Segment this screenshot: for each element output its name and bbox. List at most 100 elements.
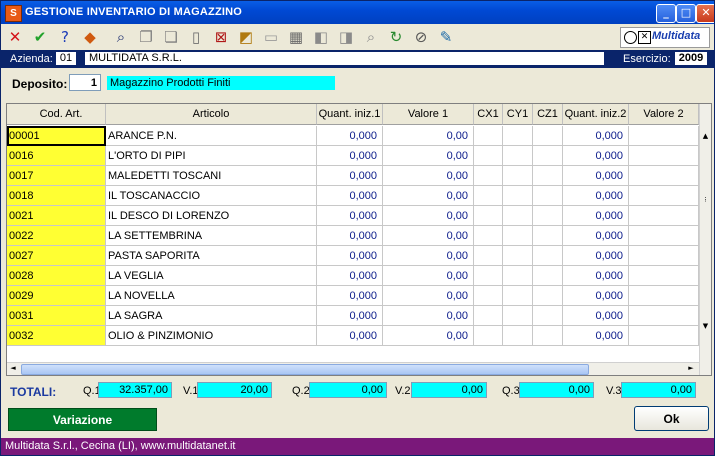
value-1-cell[interactable]: 0,00 bbox=[383, 326, 474, 346]
header-quant-iniz-1[interactable]: Quant. iniz.1 bbox=[317, 104, 383, 125]
cx1-cell[interactable] bbox=[474, 166, 503, 186]
cz1-cell[interactable] bbox=[533, 306, 563, 326]
minimize-button[interactable]: _ bbox=[656, 4, 676, 23]
cy1-cell[interactable] bbox=[503, 226, 533, 246]
article-cell[interactable]: PASTA SAPORITA bbox=[106, 246, 317, 266]
value-2-cell[interactable] bbox=[629, 266, 699, 286]
quantity-1-cell[interactable]: 0,000 bbox=[317, 166, 383, 186]
cy1-cell[interactable] bbox=[503, 266, 533, 286]
cy1-cell[interactable] bbox=[503, 146, 533, 166]
refresh-icon[interactable]: ↻ bbox=[386, 27, 406, 47]
delete-doc-icon[interactable]: ⊠ bbox=[211, 27, 231, 47]
scroll-down-icon[interactable]: ▼ bbox=[700, 322, 711, 330]
cz1-cell[interactable] bbox=[533, 226, 563, 246]
value-1-cell[interactable]: 0,00 bbox=[383, 246, 474, 266]
edit-chart-icon[interactable]: ◩ bbox=[236, 27, 256, 47]
article-cell[interactable]: ARANCE P.N. bbox=[106, 126, 317, 146]
edit-note-icon[interactable]: ✎ bbox=[436, 27, 456, 47]
quantity-1-cell[interactable]: 0,000 bbox=[317, 186, 383, 206]
tools-icon[interactable]: ◆ bbox=[80, 27, 100, 47]
delete-icon[interactable]: ✕ bbox=[5, 27, 25, 47]
table-icon[interactable]: ▦ bbox=[286, 27, 306, 47]
article-cell[interactable]: IL DESCO DI LORENZO bbox=[106, 206, 317, 226]
value-1-cell[interactable]: 0,00 bbox=[383, 286, 474, 306]
cx1-cell[interactable] bbox=[474, 126, 503, 146]
quantity-1-cell[interactable]: 0,000 bbox=[317, 246, 383, 266]
value-2-cell[interactable] bbox=[629, 186, 699, 206]
cx1-cell[interactable] bbox=[474, 206, 503, 226]
cy1-cell[interactable] bbox=[503, 306, 533, 326]
header-cx1[interactable]: CX1 bbox=[474, 104, 503, 125]
cx1-cell[interactable] bbox=[474, 186, 503, 206]
code-cell[interactable]: 0028 bbox=[7, 266, 106, 286]
paste-icon[interactable]: ❏ bbox=[161, 27, 181, 47]
code-cell[interactable]: 0018 bbox=[7, 186, 106, 206]
value-2-cell[interactable] bbox=[629, 126, 699, 146]
cy1-cell[interactable] bbox=[503, 206, 533, 226]
variazione-button[interactable]: Variazione bbox=[8, 408, 157, 431]
header-cod-art[interactable]: Cod. Art. bbox=[7, 104, 106, 125]
code-cell[interactable]: 0016 bbox=[7, 146, 106, 166]
value-1-cell[interactable]: 0,00 bbox=[383, 126, 474, 146]
cz1-cell[interactable] bbox=[533, 186, 563, 206]
new-doc-icon[interactable]: ▯ bbox=[186, 27, 206, 47]
quantity-2-cell[interactable]: 0,000 bbox=[563, 206, 629, 226]
value-1-cell[interactable]: 0,00 bbox=[383, 146, 474, 166]
value-1-cell[interactable]: 0,00 bbox=[383, 266, 474, 286]
cz1-cell[interactable] bbox=[533, 286, 563, 306]
title-bar[interactable]: S GESTIONE INVENTARIO DI MAGAZZINO _ □ ✕ bbox=[1, 1, 714, 24]
header-quant-iniz-2[interactable]: Quant. iniz.2 bbox=[563, 104, 629, 125]
copy-icon[interactable]: ❐ bbox=[136, 27, 156, 47]
header-cz1[interactable]: CZ1 bbox=[533, 104, 563, 125]
header-valore-2[interactable]: Valore 2 bbox=[629, 104, 699, 125]
cx1-cell[interactable] bbox=[474, 146, 503, 166]
value-1-cell[interactable]: 0,00 bbox=[383, 306, 474, 326]
cx1-cell[interactable] bbox=[474, 286, 503, 306]
value-1-cell[interactable]: 0,00 bbox=[383, 226, 474, 246]
quantity-1-cell[interactable]: 0,000 bbox=[317, 306, 383, 326]
cz1-cell[interactable] bbox=[533, 166, 563, 186]
article-cell[interactable]: LA SETTEMBRINA bbox=[106, 226, 317, 246]
value-2-cell[interactable] bbox=[629, 326, 699, 346]
horizontal-scrollbar[interactable]: ◄ ► bbox=[7, 362, 699, 375]
cx1-cell[interactable] bbox=[474, 266, 503, 286]
code-cell[interactable]: 0017 bbox=[7, 166, 106, 186]
cz1-cell[interactable] bbox=[533, 326, 563, 346]
quantity-2-cell[interactable]: 0,000 bbox=[563, 186, 629, 206]
cancel-icon[interactable]: ⊘ bbox=[411, 27, 431, 47]
maximize-button[interactable]: □ bbox=[676, 4, 696, 23]
cy1-cell[interactable] bbox=[503, 126, 533, 146]
quantity-2-cell[interactable]: 0,000 bbox=[563, 266, 629, 286]
value-2-cell[interactable] bbox=[629, 246, 699, 266]
value-2-cell[interactable] bbox=[629, 286, 699, 306]
quantity-1-cell[interactable]: 0,000 bbox=[317, 206, 383, 226]
binoculars-icon[interactable]: ⌕ bbox=[111, 27, 131, 47]
export-icon[interactable]: ◨ bbox=[336, 27, 356, 47]
quantity-2-cell[interactable]: 0,000 bbox=[563, 146, 629, 166]
scroll-right-icon[interactable]: ► bbox=[685, 363, 697, 374]
article-cell[interactable]: IL TOSCANACCIO bbox=[106, 186, 317, 206]
horizontal-scroll-thumb[interactable] bbox=[21, 364, 589, 375]
header-cy1[interactable]: CY1 bbox=[503, 104, 533, 125]
article-cell[interactable]: LA NOVELLA bbox=[106, 286, 317, 306]
value-2-cell[interactable] bbox=[629, 146, 699, 166]
cy1-cell[interactable] bbox=[503, 286, 533, 306]
value-1-cell[interactable]: 0,00 bbox=[383, 166, 474, 186]
quantity-2-cell[interactable]: 0,000 bbox=[563, 166, 629, 186]
close-button[interactable]: ✕ bbox=[696, 4, 714, 23]
code-cell[interactable]: 0029 bbox=[7, 286, 106, 306]
article-cell[interactable]: LA VEGLIA bbox=[106, 266, 317, 286]
cy1-cell[interactable] bbox=[503, 186, 533, 206]
quantity-2-cell[interactable]: 0,000 bbox=[563, 286, 629, 306]
quantity-1-cell[interactable]: 0,000 bbox=[317, 286, 383, 306]
cx1-cell[interactable] bbox=[474, 246, 503, 266]
cy1-cell[interactable] bbox=[503, 166, 533, 186]
keyboard-icon[interactable]: ▭ bbox=[261, 27, 281, 47]
cz1-cell[interactable] bbox=[533, 146, 563, 166]
quantity-1-cell[interactable]: 0,000 bbox=[317, 126, 383, 146]
cz1-cell[interactable] bbox=[533, 246, 563, 266]
quantity-2-cell[interactable]: 0,000 bbox=[563, 306, 629, 326]
value-2-cell[interactable] bbox=[629, 166, 699, 186]
value-2-cell[interactable] bbox=[629, 306, 699, 326]
code-cell[interactable]: 0032 bbox=[7, 326, 106, 346]
